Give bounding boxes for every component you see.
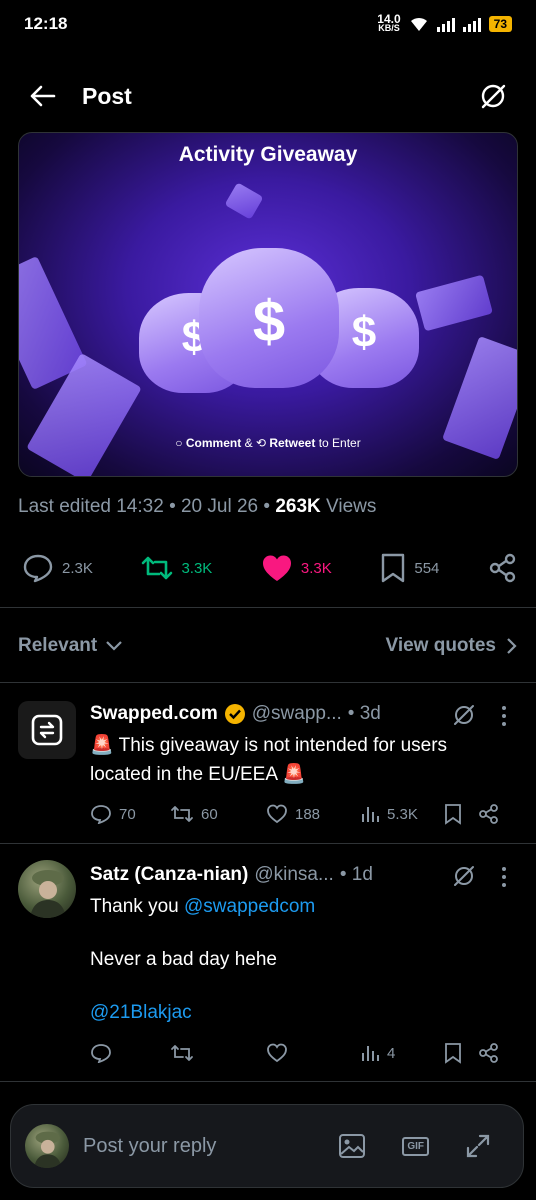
reply-icon <box>91 1044 111 1063</box>
image-cta: ○ Comment & ⟲ Retweet to Enter <box>175 436 361 450</box>
status-time: 12:18 <box>24 14 68 33</box>
mention-link[interactable]: @21Blakjac <box>90 1002 192 1023</box>
retweet-button[interactable]: 3.3K <box>141 554 212 582</box>
reply-icon <box>23 554 53 583</box>
net-speed: 14.0 KB/S <box>377 12 401 33</box>
reply-time: • 3d <box>347 703 381 724</box>
bookmark-button[interactable]: 554 <box>380 553 439 583</box>
divider <box>0 1081 536 1082</box>
grok-icon[interactable] <box>478 81 508 111</box>
page-title: Post <box>82 82 132 109</box>
grok-icon[interactable] <box>452 703 476 727</box>
reply-like-button[interactable]: 188 <box>266 804 360 824</box>
reply-author-name[interactable]: Swapped.com <box>90 703 218 725</box>
reply-views[interactable]: 4 <box>360 1043 444 1063</box>
expand-icon[interactable] <box>465 1133 491 1159</box>
reply-like-button[interactable] <box>266 1043 360 1063</box>
reply-retweet-button[interactable] <box>170 1043 266 1063</box>
view-quotes-link[interactable]: View quotes <box>385 635 518 657</box>
post-actions: 2.3K 3.3K 3.3K 554 <box>22 550 518 586</box>
reply-actions: 4 <box>90 1042 518 1064</box>
money-bag-center: $ <box>199 248 339 388</box>
gif-button[interactable]: GIF <box>402 1136 429 1156</box>
share-icon[interactable] <box>488 553 518 583</box>
views-icon <box>362 1046 379 1061</box>
reply-text-line: @21Blakjac <box>90 998 480 1027</box>
avatar[interactable] <box>18 860 76 918</box>
reply-sort-bar: Relevant View quotes <box>18 630 518 662</box>
reply-text-line: Never a bad day hehe <box>90 949 277 970</box>
heart-filled-icon <box>262 555 291 581</box>
signal-icon-2 <box>462 16 481 32</box>
share-icon[interactable] <box>478 1042 500 1064</box>
post-header: Post <box>0 64 536 128</box>
reply-icon <box>91 805 111 824</box>
like-button[interactable]: 3.3K <box>261 554 332 582</box>
battery-indicator: 73 <box>488 16 512 32</box>
status-icons: 14.0 KB/S 73 <box>377 12 512 33</box>
reply-actions: 70 60 188 5.3K <box>90 803 518 825</box>
reply-author-handle[interactable]: @kinsa... <box>254 864 333 886</box>
heart-icon <box>267 1043 287 1063</box>
swapped-logo-icon <box>31 714 63 746</box>
reply-views[interactable]: 5.3K <box>360 804 444 824</box>
reply-author-name[interactable]: Satz (Canza-nian) <box>90 864 248 886</box>
reply-reply-button[interactable]: 70 <box>90 804 170 824</box>
chevron-down-icon <box>106 641 122 651</box>
reply-reply-button[interactable] <box>90 1043 170 1063</box>
reply-composer[interactable]: Post your reply GIF <box>10 1104 524 1188</box>
more-options-icon[interactable] <box>500 866 508 888</box>
more-options-icon[interactable] <box>500 705 508 727</box>
comment-icon: ○ <box>175 436 183 450</box>
reply-retweet-button[interactable]: 60 <box>170 804 266 824</box>
status-bar: 12:18 14.0 KB/S 73 <box>0 0 536 48</box>
wifi-icon <box>410 17 427 31</box>
avatar[interactable] <box>18 701 76 759</box>
post-image[interactable]: $ $ $ Activity Giveaway ○ Comment & ⟲ Re… <box>18 132 518 477</box>
grok-icon[interactable] <box>452 864 476 888</box>
heart-icon <box>267 804 287 824</box>
sort-relevant-dropdown[interactable]: Relevant <box>18 635 123 657</box>
back-arrow-icon[interactable] <box>28 84 56 108</box>
retweet-icon <box>171 1045 193 1061</box>
verified-badge-icon <box>224 704 245 724</box>
reply-input[interactable]: Post your reply <box>83 1135 216 1158</box>
mention-link[interactable]: @swappedcom <box>184 896 315 917</box>
reply-author-handle[interactable]: @swapp... <box>252 703 342 725</box>
reply-button[interactable]: 2.3K <box>22 553 93 583</box>
image-title: Activity Giveaway <box>178 143 358 166</box>
reply-item[interactable]: Satz (Canza-nian) @kinsa... • 1d Thank y… <box>0 844 536 1080</box>
bookmark-icon[interactable] <box>444 1042 462 1064</box>
retweet-icon: ⟲ <box>255 436 266 450</box>
flying-bill <box>415 274 493 332</box>
views-icon <box>362 807 379 822</box>
chevron-right-icon <box>507 638 517 654</box>
reply-header: Swapped.com @swapp... • 3d <box>90 703 381 725</box>
image-icon[interactable] <box>338 1133 366 1159</box>
reply-text: 🚨 This giveaway is not intended for user… <box>90 735 448 785</box>
reply-header: Satz (Canza-nian) @kinsa... • 1d <box>90 864 373 886</box>
flying-bill <box>224 182 264 220</box>
composer-tools: GIF <box>338 1133 509 1159</box>
reply-time: • 1d <box>339 864 373 885</box>
retweet-icon <box>142 556 173 580</box>
divider <box>0 607 536 608</box>
reply-item[interactable]: Swapped.com @swapp... • 3d 🚨 This giveaw… <box>0 683 536 843</box>
bookmark-icon[interactable] <box>444 803 462 825</box>
bookmark-icon <box>382 553 405 583</box>
retweet-icon <box>171 806 193 822</box>
signal-icon <box>436 16 455 32</box>
composer-avatar <box>25 1124 69 1168</box>
avatar-figure-icon <box>34 1131 62 1168</box>
reply-text: Thank you @swappedcom <box>90 896 316 917</box>
avatar-figure-icon <box>30 870 66 918</box>
post-meta: Last edited 14:32 • 20 Jul 26 • 263K Vie… <box>18 496 377 517</box>
share-icon[interactable] <box>478 803 500 825</box>
